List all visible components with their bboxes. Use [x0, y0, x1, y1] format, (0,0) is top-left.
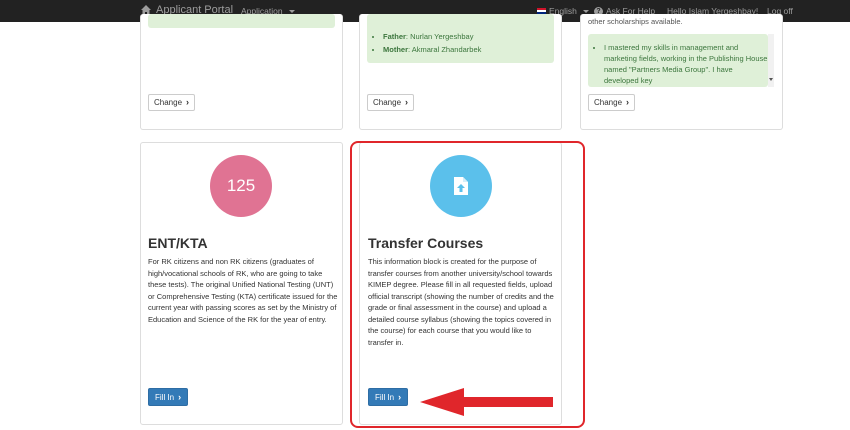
red-arrow-icon — [420, 388, 553, 416]
score-circle: 125 — [210, 155, 272, 217]
chevron-down-icon — [582, 9, 589, 13]
scrollbar[interactable] — [768, 34, 774, 87]
mother-label: Mother — [383, 45, 408, 54]
chevron-right-icon: › — [186, 97, 190, 107]
mother-item: Mother: Akmaral Zhandarbek — [383, 44, 554, 55]
change-button[interactable]: Change › — [148, 94, 196, 111]
highlight-box — [350, 141, 585, 428]
top-card-1: Change › — [140, 14, 343, 130]
change-button-label: Change — [154, 98, 183, 107]
scroll-down-arrow-icon — [769, 78, 773, 81]
mother-name: : Akmaral Zhandarbek — [408, 45, 482, 54]
father-name: : Nurlan Yergeshbay — [405, 32, 474, 41]
chevron-right-icon: › — [405, 97, 409, 107]
card-description: For RK citizens and non RK citizens (gra… — [148, 257, 338, 324]
fill-in-label: Fill In — [155, 392, 175, 402]
top-card-2: Father: Nurlan Yergeshbay Mother: Akmara… — [359, 14, 562, 130]
score-value: 125 — [226, 176, 256, 195]
card-title: ENT/KTA — [148, 235, 208, 251]
change-button-label: Change — [594, 98, 623, 107]
chevron-right-icon: › — [626, 97, 630, 107]
father-label: Father — [383, 32, 406, 41]
experience-item: I mastered my skills in management and m… — [604, 42, 768, 86]
change-button-label: Change — [373, 98, 402, 107]
chevron-down-icon — [288, 9, 295, 13]
ent-kta-card: 125 ENT/KTA For RK citizens and non RK c… — [140, 142, 343, 425]
info-box — [148, 14, 335, 28]
parents-info-box: Father: Nurlan Yergeshbay Mother: Akmara… — [367, 14, 554, 63]
experience-info-box: I mastered my skills in management and m… — [588, 34, 768, 87]
top-card-3: other scholarships available. I mastered… — [580, 14, 783, 130]
father-item: Father: Nurlan Yergeshbay — [383, 31, 554, 42]
change-button[interactable]: Change › — [367, 94, 415, 111]
card3-top-text: other scholarships available. — [588, 18, 683, 26]
change-button[interactable]: Change › — [588, 94, 636, 111]
chevron-right-icon: › — [178, 391, 182, 402]
fill-in-button[interactable]: Fill In › — [148, 388, 189, 406]
